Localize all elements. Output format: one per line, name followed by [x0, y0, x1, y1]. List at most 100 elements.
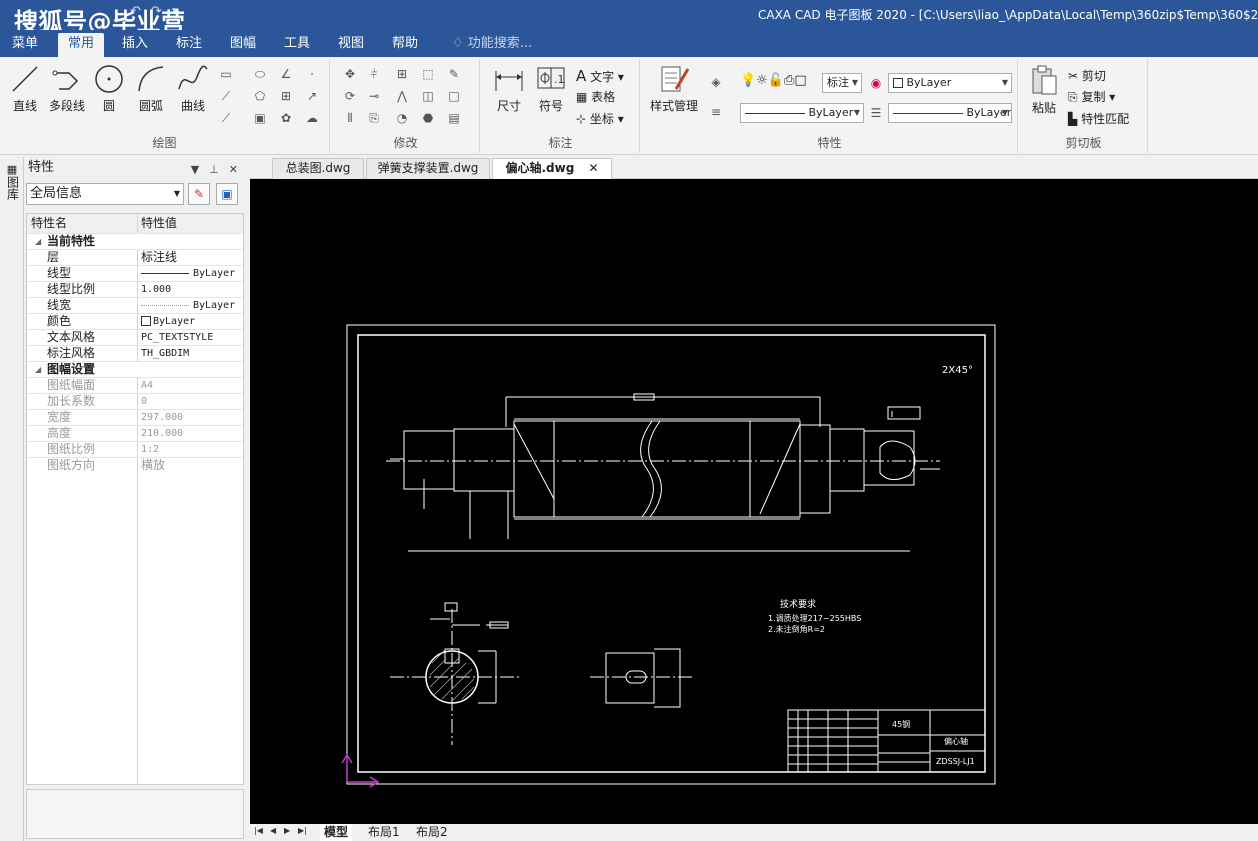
hatch-icon[interactable]: ⟋	[218, 89, 234, 103]
library-tab[interactable]: ▦ 图库	[4, 163, 20, 203]
property-row[interactable]: 层标注线	[27, 250, 243, 266]
dimension-button[interactable]: 尺寸	[492, 63, 526, 114]
linetype-list-icon[interactable]: ≡	[708, 105, 724, 119]
angle-line-icon[interactable]: ∠	[278, 67, 294, 81]
match-properties-button[interactable]: ▙ 特性匹配	[1068, 110, 1129, 127]
break-icon[interactable]: ▤	[446, 111, 462, 125]
property-row[interactable]: 宽度 297.000	[27, 410, 243, 426]
tab-tools[interactable]: 工具	[284, 33, 310, 57]
explode-icon[interactable]: □	[446, 89, 462, 103]
block-icon[interactable]: ⊞	[278, 89, 294, 103]
property-row[interactable]: 线型 ByLayer	[27, 266, 243, 282]
centerline-icon[interactable]: ⟋	[218, 111, 234, 125]
fill-icon[interactable]: ▣	[252, 111, 268, 125]
stretch-icon[interactable]: ◫	[420, 89, 436, 103]
arc-button[interactable]: 圆弧	[134, 63, 168, 114]
offset-icon[interactable]: ⫴	[342, 111, 358, 125]
copy-button[interactable]: ⎘ 复制 ▾	[1068, 88, 1115, 105]
property-row[interactable]: 图纸比例 1:2	[27, 442, 243, 458]
paste-button[interactable]: 粘贴	[1026, 63, 1062, 116]
tab-annotate[interactable]: 标注	[176, 33, 202, 57]
polygon-icon[interactable]: ⬠	[252, 89, 268, 103]
tab-layout1[interactable]: 布局1	[368, 824, 400, 841]
tab-common[interactable]: 常用	[58, 33, 105, 57]
table-icon: ▦	[576, 90, 588, 104]
tab-menu[interactable]: 菜单	[12, 33, 38, 57]
linetype-combo[interactable]: ByLayer ▼	[740, 103, 864, 123]
close-icon[interactable]: ✕	[588, 161, 598, 175]
tab-help[interactable]: 帮助	[392, 33, 418, 57]
coordinate-button[interactable]: ⊹ 坐标 ▾	[576, 110, 624, 127]
rectangle-icon[interactable]: ▭	[218, 67, 234, 81]
function-search[interactable]: ♢ 功能搜索...	[452, 33, 532, 57]
gear-pattern-icon[interactable]: ✿	[278, 111, 294, 125]
symbol-button[interactable]: .1 符号	[534, 63, 568, 114]
first-tab-icon[interactable]: |◀	[254, 826, 263, 835]
next-tab-icon[interactable]: ▶	[284, 826, 290, 835]
property-row[interactable]: 线宽 ByLayer	[27, 298, 243, 314]
ribbon: 直线 多段线 圆 圆弧 曲线 ▭ ⬭ ∠ · ⟋ ⬠ ⊞ ↗ ⟋ ▣ ✿ ☁ 绘…	[0, 57, 1258, 155]
layer-combo[interactable]: 标注 ▼	[822, 73, 862, 93]
prev-tab-icon[interactable]: ◀	[270, 826, 276, 835]
drawing-canvas[interactable]: 2X45° 技术要求 1.调质处理217~255HBS 2.未注倒角R=2 45…	[250, 179, 1258, 824]
revision-cloud-icon[interactable]: ☁	[304, 111, 320, 125]
tab-layout2[interactable]: 布局2	[416, 824, 448, 841]
ellipse-icon[interactable]: ⬭	[252, 67, 268, 81]
quick-select-button[interactable]: ✎	[188, 183, 210, 205]
trim-icon[interactable]: ⫩	[366, 67, 382, 81]
lineweight-combo[interactable]: ByLayer ▼	[888, 103, 1012, 123]
layer-manager-icon[interactable]: ◈	[708, 75, 724, 89]
tab-sheet[interactable]: 图幅	[230, 33, 256, 57]
extend-icon[interactable]: ⊸	[366, 89, 382, 103]
property-grid-empty-area	[26, 472, 244, 785]
select-objects-button[interactable]: ▣	[216, 183, 238, 205]
property-row[interactable]: 加长系数 0	[27, 394, 243, 410]
cut-button[interactable]: ✂ 剪切	[1068, 67, 1106, 84]
doc-tab-assembly[interactable]: 总装图.dwg	[272, 158, 364, 179]
circle-button[interactable]: 圆	[92, 63, 126, 114]
close-icon[interactable]: ✕	[229, 159, 238, 181]
line-button[interactable]: 直线	[8, 63, 42, 114]
property-row[interactable]: 图纸幅面 A4	[27, 378, 243, 394]
section-current-properties[interactable]: ◢ 当前特性	[27, 234, 243, 250]
doc-tab-spring-support[interactable]: 弹簧支撑装置.dwg	[366, 158, 490, 179]
rotate-icon[interactable]: ⟳	[342, 89, 358, 103]
layer-state-icons[interactable]: 💡☼🔓⎙□	[740, 73, 807, 88]
property-row[interactable]: 标注风格 TH_GBDIM	[27, 346, 243, 362]
line-icon	[12, 66, 38, 92]
fillet-icon[interactable]: ◔	[394, 111, 410, 125]
scope-combo[interactable]: 全局信息 ▼	[26, 183, 184, 205]
property-row[interactable]: 文本风格 PC_TEXTSTYLE	[27, 330, 243, 346]
array-icon[interactable]: ⊞	[394, 67, 410, 81]
property-row[interactable]: 颜色 ByLayer	[27, 314, 243, 330]
arrow-icon[interactable]: ↗	[304, 89, 320, 103]
tab-model[interactable]: 模型	[320, 824, 353, 841]
lineweight-icon[interactable]: ☰	[868, 106, 884, 120]
mirror-icon[interactable]: ⋀	[394, 89, 410, 103]
property-row[interactable]: 高度 210.000	[27, 426, 243, 442]
section-sheet-settings[interactable]: ◢ 图幅设置	[27, 362, 243, 378]
property-row[interactable]: 线型比例 1.000	[27, 282, 243, 298]
point-icon[interactable]: ·	[304, 67, 320, 81]
style-manager-button[interactable]: 样式管理	[646, 63, 702, 114]
tab-view[interactable]: 视图	[338, 33, 364, 57]
panel-menu-icon[interactable]: ▼	[191, 159, 199, 181]
polyline-button[interactable]: 多段线	[46, 63, 88, 114]
scale-icon[interactable]: ⬚	[420, 67, 436, 81]
tab-insert[interactable]: 插入	[122, 33, 148, 57]
table-button[interactable]: ▦ 表格	[576, 88, 615, 105]
doc-tab-eccentric-shaft[interactable]: 偏心轴.dwg ✕	[492, 158, 612, 179]
text-button[interactable]: A 文字 ▾	[576, 67, 624, 85]
erase-icon[interactable]: ✎	[446, 67, 462, 81]
copy-icon[interactable]: ⎘	[366, 111, 382, 125]
chamfer-icon[interactable]: ⬣	[420, 111, 436, 125]
chevron-down-icon: ▼	[1001, 108, 1008, 117]
color-combo[interactable]: ByLayer ▼	[888, 73, 1012, 93]
last-tab-icon[interactable]: ▶|	[298, 826, 307, 835]
pin-icon[interactable]: ⊥	[209, 159, 219, 181]
keyway-detail	[590, 648, 695, 708]
curve-button[interactable]: 曲线	[176, 63, 210, 114]
move-icon[interactable]: ✥	[342, 67, 358, 81]
color-wheel-icon[interactable]: ◉	[868, 76, 884, 90]
lightbulb-icon: ♢	[452, 36, 464, 51]
